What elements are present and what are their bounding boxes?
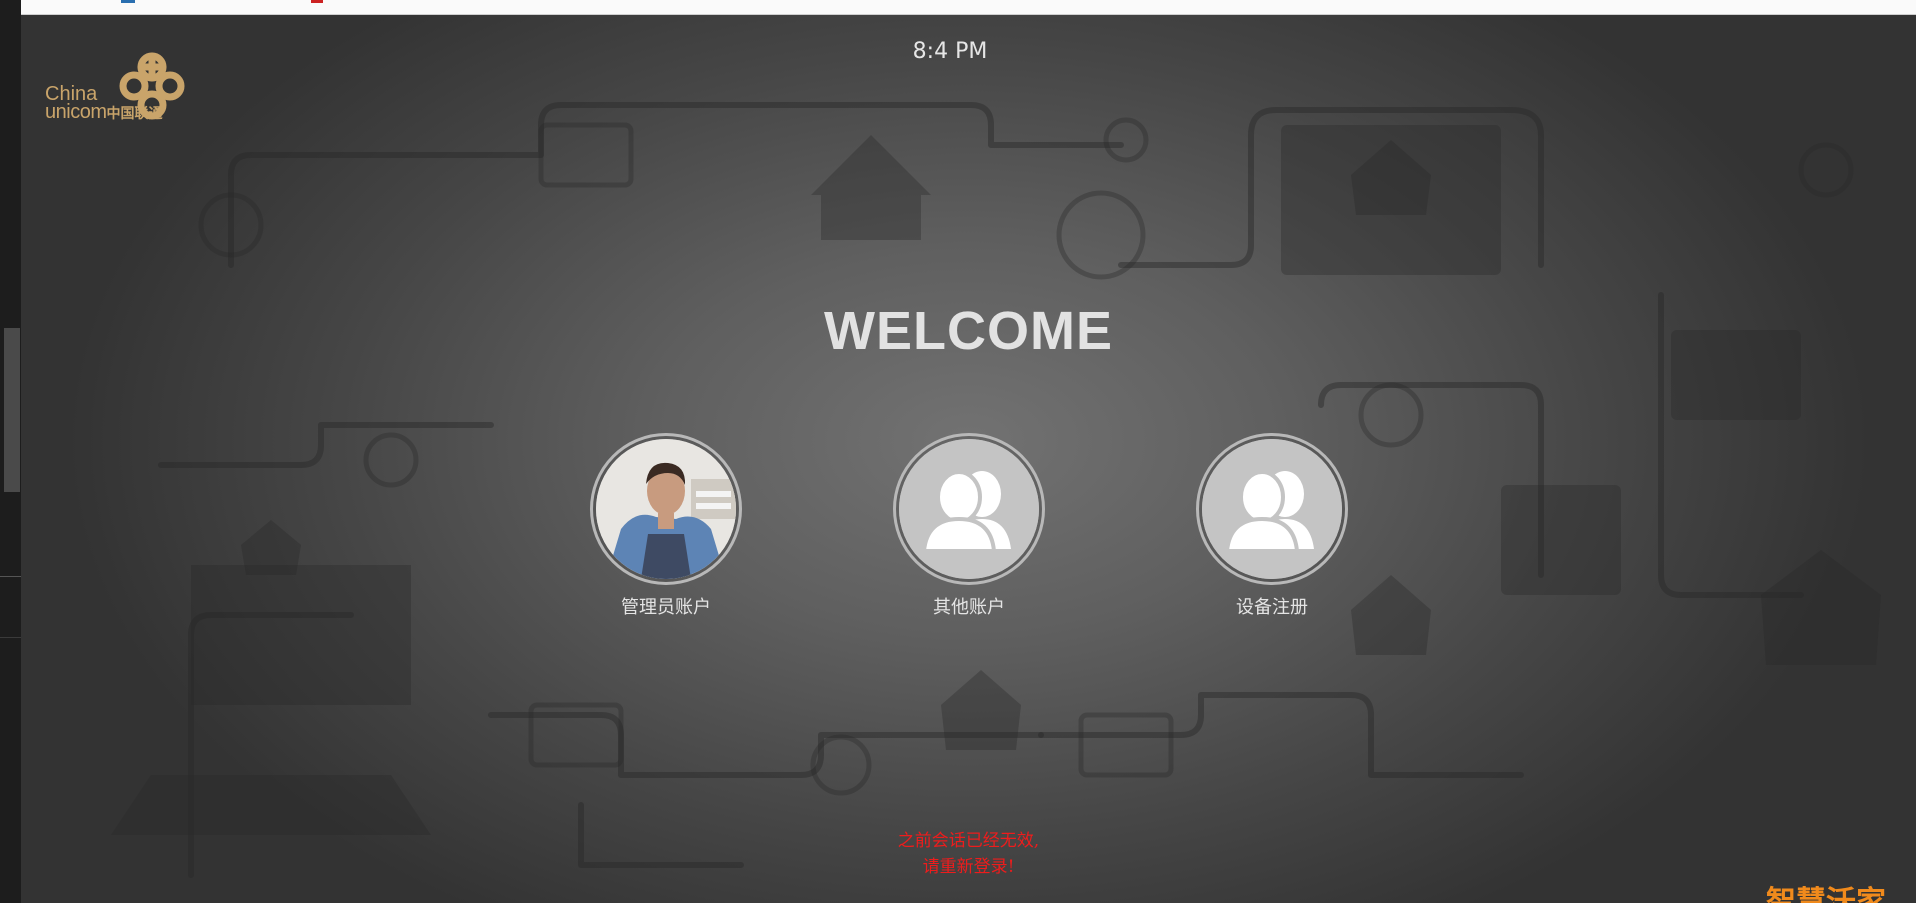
account-label: 其他账户 (933, 597, 1005, 618)
avatar (1196, 433, 1348, 585)
divider (0, 637, 21, 638)
logo-text-line2: unicom中国联通 (45, 101, 162, 124)
brand-logo-text: 智慧沃家 (1766, 885, 1886, 903)
device-register-button[interactable]: 设备注册 (1192, 433, 1352, 619)
clock: 8:4 PM (912, 39, 988, 64)
other-account-button[interactable]: 其他账户 (889, 433, 1049, 619)
browser-top-bar (21, 0, 1916, 15)
message-line1: 之前会话已经无效, (897, 831, 1040, 851)
left-scroll-panel (0, 0, 21, 903)
account-label: 设备注册 (1236, 597, 1308, 618)
logo-text-cn: 中国联通 (106, 105, 163, 121)
avatar (590, 433, 742, 585)
message-line2: 请重新登录! (922, 857, 1015, 877)
divider (0, 576, 21, 577)
logo-text-en: unicom (45, 101, 107, 123)
tab-indicator (121, 0, 135, 3)
scrollbar-thumb[interactable] (4, 328, 20, 492)
avatar (893, 433, 1045, 585)
tab-indicator (311, 0, 323, 3)
admin-account-button[interactable]: 管理员账户 (586, 433, 746, 619)
account-label: 管理员账户 (621, 597, 711, 618)
users-icon (899, 439, 1039, 579)
welcome-title: WELCOME (824, 301, 1113, 361)
admin-photo-avatar-icon (596, 439, 736, 579)
login-screen: China unicom中国联通 8:4 PM WELCOME 管理员账户 其他… (21, 15, 1916, 903)
session-expired-message: 之前会话已经无效, 请重新登录! (21, 828, 1916, 880)
users-icon (1202, 439, 1342, 579)
